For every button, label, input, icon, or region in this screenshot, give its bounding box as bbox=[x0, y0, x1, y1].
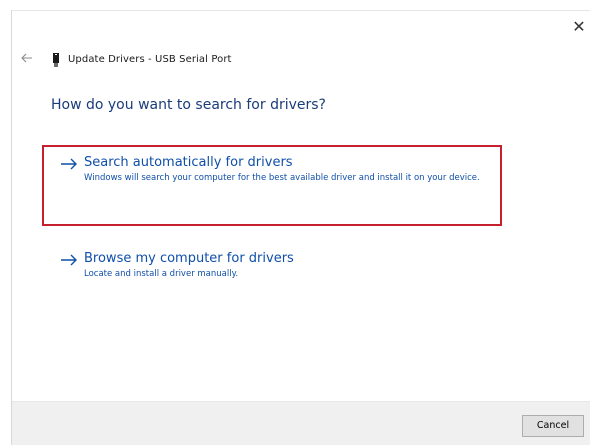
browse-computer-option[interactable]: Browse my computer for drivers Locate an… bbox=[60, 249, 490, 294]
option-description: Locate and install a driver manually. bbox=[84, 269, 239, 279]
option-title: Search automatically for drivers bbox=[84, 155, 293, 170]
dialog-title-row: Update Drivers - USB Serial Port bbox=[52, 50, 232, 68]
right-arrow-icon bbox=[60, 252, 78, 266]
option-description: Windows will search your computer for th… bbox=[84, 173, 480, 183]
option-title: Browse my computer for drivers bbox=[84, 251, 294, 266]
dialog-footer bbox=[12, 401, 590, 445]
right-arrow-icon bbox=[60, 156, 78, 170]
page-heading: How do you want to search for drivers? bbox=[51, 97, 326, 113]
close-icon[interactable]: ✕ bbox=[568, 16, 590, 38]
dialog-surface bbox=[11, 10, 590, 445]
update-drivers-window: ✕ Update Drivers - USB Serial Port How d… bbox=[0, 0, 590, 445]
search-automatically-option[interactable]: Search automatically for drivers Windows… bbox=[42, 145, 502, 226]
usb-device-icon bbox=[52, 52, 60, 67]
back-arrow-icon[interactable] bbox=[19, 50, 35, 66]
cancel-button[interactable]: Cancel bbox=[522, 415, 584, 437]
dialog-title: Update Drivers - USB Serial Port bbox=[68, 53, 232, 65]
